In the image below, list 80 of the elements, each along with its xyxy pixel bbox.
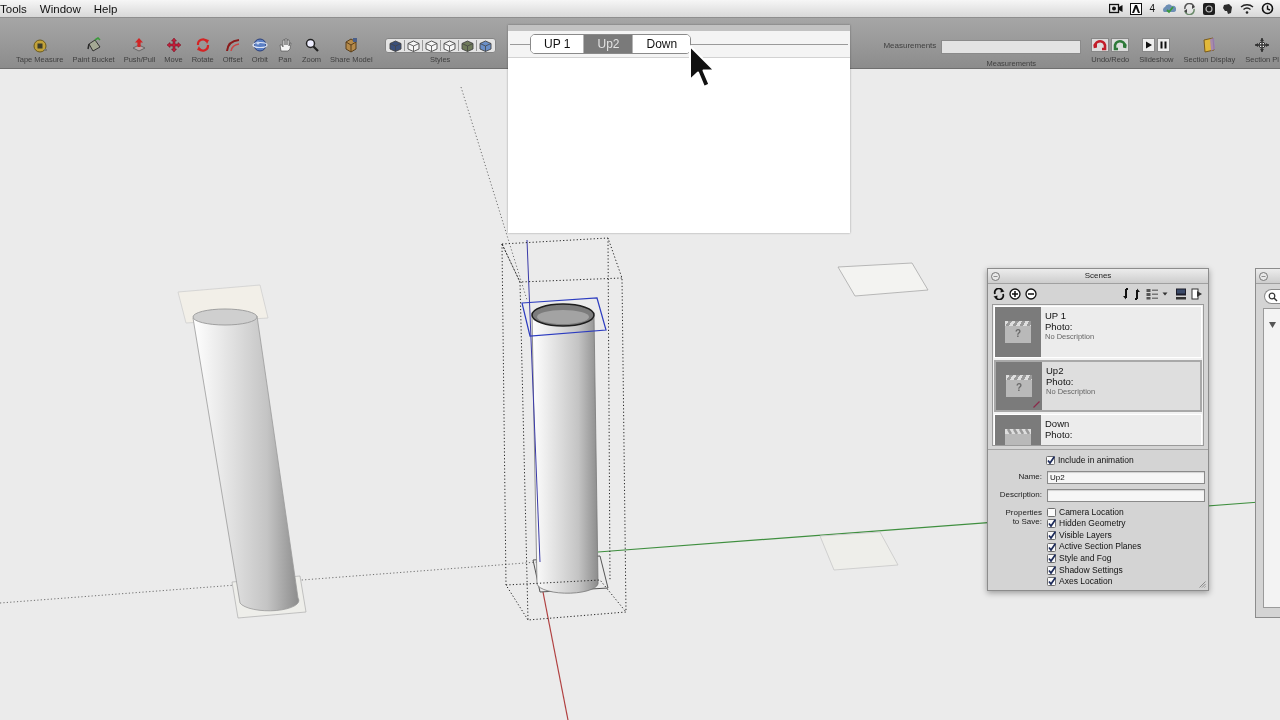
cube-icon[interactable] [442, 39, 456, 52]
checkbox[interactable] [1047, 542, 1056, 552]
checkbox-label: Active Section Planes [1059, 541, 1142, 553]
checkbox-label: Shadow Settings [1059, 564, 1123, 576]
arrow-right-icon[interactable] [1191, 287, 1203, 300]
menu-item[interactable]: Help [93, 0, 118, 17]
checkbox-label: Hidden Geometry [1059, 518, 1126, 530]
redo-icon[interactable] [1111, 38, 1130, 52]
thumbnail-placeholder: ? [1006, 375, 1032, 397]
close-icon[interactable] [991, 272, 1000, 281]
clock-icon[interactable] [1261, 2, 1274, 15]
resize-grip-icon[interactable] [1199, 581, 1206, 588]
close-icon[interactable] [1259, 272, 1268, 281]
hand-icon[interactable] [276, 37, 293, 53]
video-camera-icon[interactable] [1109, 3, 1124, 14]
section-plane-icon[interactable] [1254, 37, 1271, 53]
scene-tab[interactable]: Down [632, 35, 691, 53]
arrow-up-icon[interactable] [1133, 287, 1142, 300]
note-app-icon[interactable] [1222, 2, 1233, 15]
cube-icon[interactable] [388, 39, 402, 52]
app-status-icon[interactable] [1130, 2, 1143, 15]
cloud-check-icon[interactable] [1162, 2, 1176, 15]
bucket-icon[interactable] [85, 37, 102, 53]
search-field[interactable] [1264, 289, 1280, 304]
measurements-field[interactable] [941, 39, 1082, 54]
checkbox-label: Visible Layers [1059, 529, 1112, 542]
undo-icon[interactable] [1091, 38, 1110, 52]
field-label: Description: [999, 490, 1042, 500]
thumbnail-placeholder: ? [1005, 321, 1031, 343]
scene-photo-label: Photo: [1045, 429, 1073, 440]
offset-icon[interactable] [224, 37, 241, 53]
add-icon[interactable] [1009, 287, 1021, 300]
scene-list-item[interactable]: Down Photo: [994, 414, 1202, 445]
arrow-down-icon[interactable] [1120, 287, 1129, 300]
field-label: Name: [1018, 472, 1042, 482]
field-label: Properties to Save: [1004, 507, 1042, 527]
checkbox-label: Axes Location [1059, 576, 1113, 588]
cube-icon[interactable] [424, 39, 438, 52]
orbit-icon[interactable] [251, 37, 268, 53]
checkbox[interactable] [1047, 554, 1056, 564]
pause-icon[interactable] [1157, 38, 1171, 52]
menu-item[interactable]: Window [39, 0, 81, 17]
cube-icon[interactable] [460, 39, 474, 52]
scene-photo-label: Photo: [1046, 376, 1074, 387]
app-icon[interactable] [1203, 2, 1215, 15]
scene-photo-label: Photo: [1045, 321, 1073, 332]
checkbox-label: Style and Fog [1059, 552, 1112, 565]
view-options-icon[interactable] [1146, 287, 1158, 300]
wifi-icon[interactable] [1240, 3, 1254, 14]
cube-icon[interactable] [406, 39, 420, 52]
status-count: 4 [1149, 2, 1155, 15]
menu-item[interactable]: Tools [0, 0, 27, 17]
refresh-icon[interactable] [993, 287, 1005, 300]
play-icon[interactable] [1142, 38, 1156, 52]
checkbox-label: Include in animation [1058, 455, 1134, 467]
scene-name: UP 1 [1045, 310, 1066, 321]
move-arrows-icon[interactable] [165, 37, 182, 53]
scene-name: Down [1045, 418, 1070, 429]
measurements-label: Measurements [883, 39, 937, 52]
tape-measure-icon[interactable] [31, 37, 48, 53]
scene-name: Up2 [1046, 365, 1064, 376]
checkbox[interactable] [1047, 565, 1056, 575]
checkbox-label: Camera Location [1059, 506, 1124, 519]
panel-title: Scenes [1084, 271, 1112, 281]
package-icon[interactable] [343, 37, 360, 53]
sync-icon[interactable] [1183, 2, 1196, 15]
disclosure-triangle-icon[interactable] [1269, 321, 1276, 328]
remove-icon[interactable] [1025, 287, 1037, 300]
description-field[interactable] [1047, 488, 1205, 502]
checkbox[interactable] [1047, 577, 1056, 587]
checkbox[interactable] [1047, 507, 1056, 517]
checkbox[interactable] [1046, 456, 1055, 466]
checkbox[interactable] [1047, 519, 1056, 529]
search-icon [1268, 292, 1278, 302]
name-field[interactable]: Up2 [1047, 470, 1205, 484]
magnifier-icon[interactable] [303, 37, 320, 53]
display-icon[interactable] [1175, 287, 1187, 300]
checkbox[interactable] [1047, 531, 1056, 540]
cube-icon[interactable] [478, 39, 492, 52]
section-display-icon[interactable] [1201, 37, 1218, 53]
